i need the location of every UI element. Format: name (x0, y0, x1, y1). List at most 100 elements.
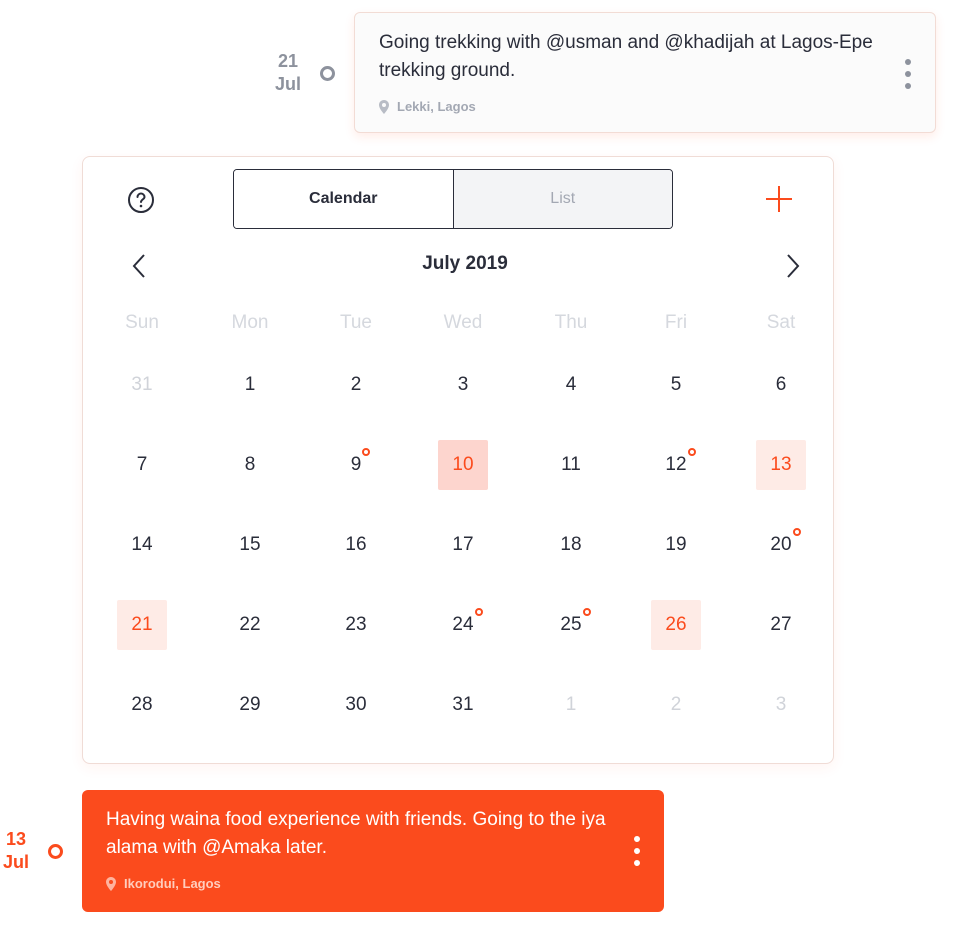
calendar-day[interactable]: 14 (117, 520, 167, 570)
calendar-day[interactable]: 2 (331, 360, 381, 410)
timeline-day: 21 (277, 51, 299, 71)
calendar-day-label: 23 (345, 614, 367, 635)
weekday-label: Wed (443, 312, 483, 333)
calendar-day-label: 27 (770, 614, 792, 635)
calendar-day-label: 28 (131, 694, 153, 715)
calendar-day-label: 20 (770, 528, 801, 556)
calendar-day-label: 5 (670, 374, 682, 395)
calendar-day-label: 3 (457, 374, 469, 395)
calendar-day-label: 3 (775, 694, 787, 715)
event-description: Having waina food experience with friend… (106, 809, 606, 858)
chevron-right-icon[interactable] (783, 253, 803, 279)
calendar-day[interactable]: 29 (225, 680, 275, 730)
calendar-day[interactable]: 26 (651, 600, 701, 650)
calendar-day[interactable]: 1 (546, 680, 596, 730)
timeline-date: 13 Jul (0, 828, 40, 874)
weekday-label: Thu (554, 312, 588, 333)
calendar-day-label: 9 (351, 448, 371, 476)
more-vertical-icon[interactable] (903, 59, 913, 89)
more-vertical-icon[interactable] (632, 836, 642, 866)
calendar-day[interactable]: 21 (117, 600, 167, 650)
calendar-day[interactable]: 1 (225, 360, 275, 410)
calendar-day-label: 19 (665, 534, 687, 555)
calendar-day[interactable]: 13 (756, 440, 806, 490)
calendar-day[interactable]: 5 (651, 360, 701, 410)
calendar-day-label: 13 (770, 454, 792, 475)
weekday-label: Mon (231, 312, 269, 333)
calendar-day-label: 8 (244, 454, 256, 475)
calendar-day[interactable]: 19 (651, 520, 701, 570)
weekday-label: Fri (664, 312, 688, 333)
timeline-month: Jul (2, 852, 29, 872)
event-location: Ikorodui, Lagos (106, 876, 221, 891)
calendar-day-label: 15 (239, 534, 261, 555)
calendar-day-label: 11 (561, 454, 581, 475)
calendar-day[interactable]: 15 (225, 520, 275, 570)
tab-calendar[interactable]: Calendar (234, 170, 453, 228)
view-toggle: Calendar List (233, 169, 673, 229)
calendar-day[interactable]: 11 (546, 440, 596, 490)
calendar-day-label: 2 (670, 694, 682, 715)
calendar-day[interactable]: 17 (438, 520, 488, 570)
event-indicator-dot (362, 448, 371, 456)
map-pin-icon (379, 99, 389, 114)
calendar-day[interactable]: 18 (546, 520, 596, 570)
calendar-day[interactable]: 31 (117, 360, 167, 410)
calendar-day-label: 16 (345, 534, 367, 555)
calendar-day[interactable]: 3 (438, 360, 488, 410)
calendar-day-label: 6 (775, 374, 787, 395)
calendar-day-label: 12 (665, 448, 696, 476)
calendar-day-label: 1 (565, 694, 577, 715)
calendar-day[interactable]: 28 (117, 680, 167, 730)
calendar-day[interactable]: 27 (756, 600, 806, 650)
timeline-marker (48, 844, 63, 859)
calendar-day[interactable]: 7 (117, 440, 167, 490)
weekday-label: Sat (766, 312, 796, 333)
calendar-day-label: 7 (136, 454, 148, 475)
tab-list[interactable]: List (452, 170, 672, 228)
calendar-day[interactable]: 24 (438, 600, 488, 650)
timeline-marker (320, 66, 335, 81)
event-location-text: Lekki, Lagos (397, 99, 476, 114)
calendar-day[interactable]: 25 (546, 600, 596, 650)
calendar-day-label: 29 (239, 694, 261, 715)
calendar-day-label: 4 (565, 374, 577, 395)
question-circle-icon[interactable] (127, 186, 155, 214)
weekday-label: Sun (125, 312, 159, 333)
calendar-day-label: 31 (452, 694, 474, 715)
event-indicator-dot (582, 608, 591, 616)
calendar-day-label: 24 (452, 608, 483, 636)
calendar-day[interactable]: 8 (225, 440, 275, 490)
calendar-day-label: 30 (345, 694, 367, 715)
calendar-day[interactable]: 23 (331, 600, 381, 650)
month-title: July 2019 (422, 253, 508, 274)
calendar-day[interactable]: 20 (756, 520, 806, 570)
timeline-month: Jul (274, 74, 301, 94)
plus-icon[interactable] (765, 185, 793, 213)
calendar-day[interactable]: 10 (438, 440, 488, 490)
event-card[interactable]: Having waina food experience with friend… (82, 790, 664, 912)
event-location: Lekki, Lagos (379, 99, 476, 114)
timeline-day: 13 (5, 829, 27, 849)
calendar-day-label: 22 (239, 614, 261, 635)
calendar-day-label: 18 (560, 534, 582, 555)
calendar-day[interactable]: 31 (438, 680, 488, 730)
calendar-day[interactable]: 30 (331, 680, 381, 730)
calendar-day[interactable]: 16 (331, 520, 381, 570)
calendar-day[interactable]: 3 (756, 680, 806, 730)
event-indicator-dot (474, 608, 483, 616)
calendar-day-label: 26 (665, 614, 687, 635)
calendar-day-label: 21 (131, 614, 153, 635)
event-card[interactable]: Going trekking with @usman and @khadijah… (354, 12, 936, 133)
event-description: Going trekking with @usman and @khadijah… (379, 32, 873, 81)
event-indicator-dot (687, 448, 696, 456)
calendar-day[interactable]: 2 (651, 680, 701, 730)
calendar-day[interactable]: 12 (651, 440, 701, 490)
calendar-panel: Calendar List July 2019 Sun Mon Tue Wed Thu F… (82, 156, 834, 764)
calendar-day[interactable]: 22 (225, 600, 275, 650)
calendar-day[interactable]: 6 (756, 360, 806, 410)
map-pin-icon (106, 876, 116, 891)
calendar-day-label: 25 (560, 608, 591, 636)
calendar-day[interactable]: 9 (331, 440, 381, 490)
calendar-day[interactable]: 4 (546, 360, 596, 410)
